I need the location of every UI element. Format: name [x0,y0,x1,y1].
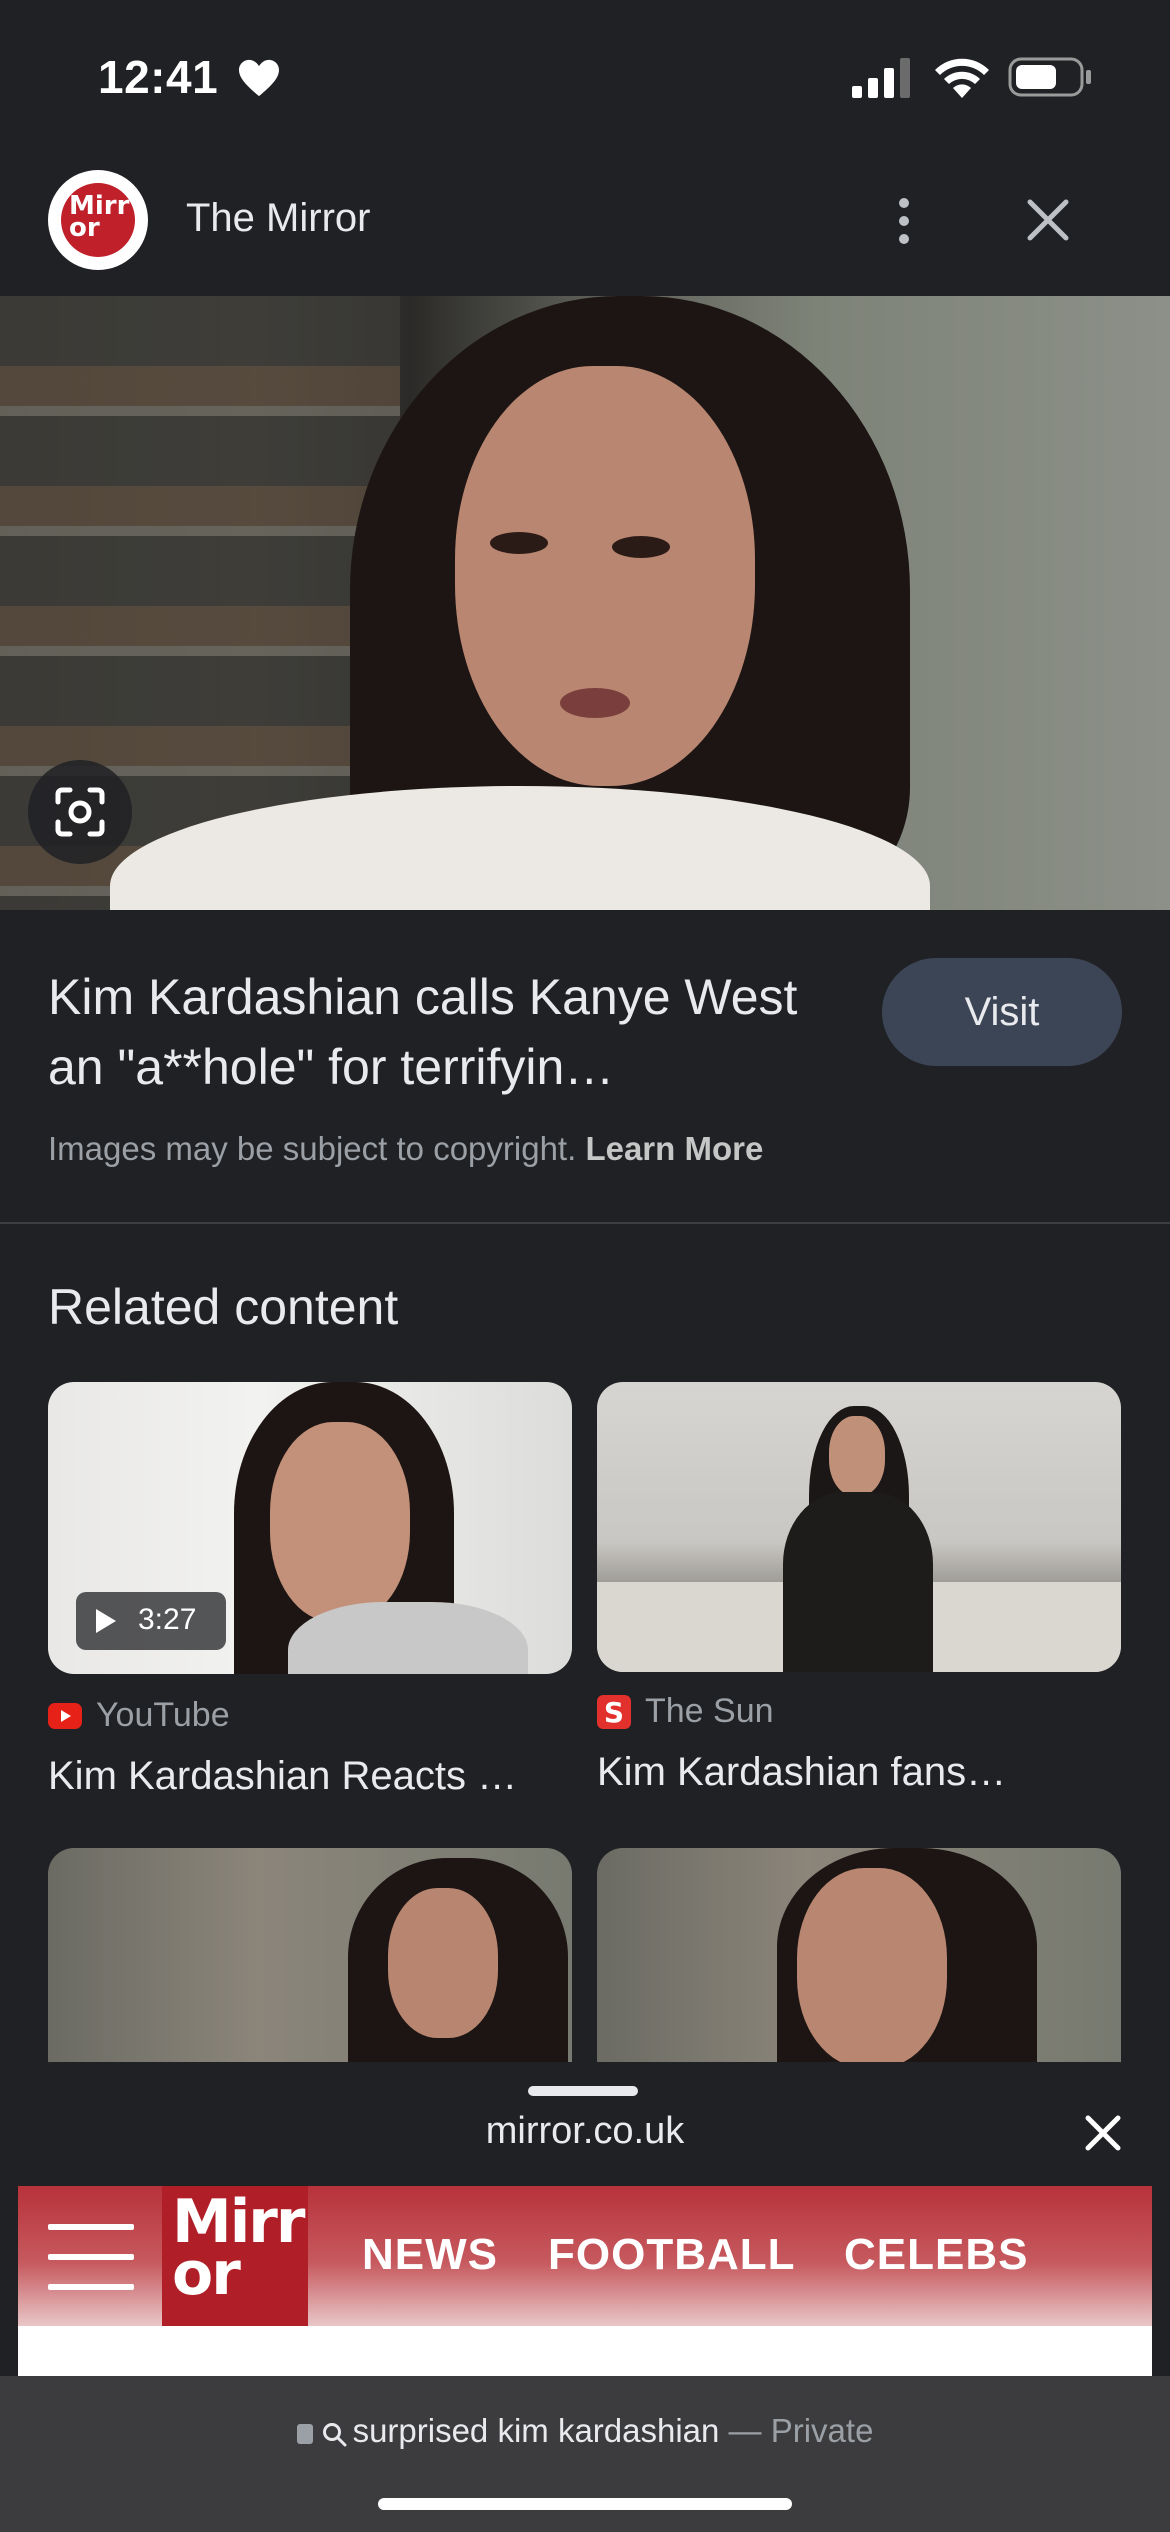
site-logo[interactable]: Mirr or [48,170,148,270]
site-logo-text: Mirr or [69,191,130,243]
copyright-notice: Images may be subject to copyright. Lear… [48,1130,763,1168]
mirror-logo[interactable]: Mirr or [162,2186,308,2326]
related-card[interactable]: 3:27 YouTube Kim Kardashian Reacts … [48,1382,572,1812]
related-thumbnail[interactable] [48,1848,572,2068]
heart-icon [239,59,279,97]
nav-football[interactable]: FOOTBALL [548,2230,796,2280]
mirror-logo-text: Mirr or [172,2187,305,2309]
home-indicator[interactable] [378,2498,792,2510]
related-thumbnail[interactable]: 3:27 [48,1382,572,1674]
cellular-signal-icon [852,58,910,98]
source-header: Mirr or The Mirror [0,160,1170,280]
divider [0,1222,1170,1224]
search-icon [322,2423,347,2447]
close-icon[interactable] [1018,190,1078,250]
status-time: 12:41 [98,51,219,103]
learn-more-link[interactable]: Learn More [585,1130,763,1167]
url-bar[interactable]: surprised kim kardashian — Private [0,2376,1170,2532]
related-thumbnail[interactable] [597,1382,1121,1672]
related-content-heading: Related content [48,1279,399,1335]
private-label: — Private [719,2412,874,2449]
youtube-icon [48,1702,82,1729]
lock-icon [296,2424,313,2444]
search-query: surprised kim kardashian [352,2412,720,2449]
sheet-grabber[interactable] [528,2086,638,2096]
video-duration: 3:27 [138,1603,197,1636]
related-source: S The Sun [597,1692,774,1731]
site-name[interactable]: The Mirror [186,196,370,241]
copyright-text: Images may be subject to copyright. [48,1130,577,1167]
result-title[interactable]: Kim Kardashian calls Kanye West an "a**h… [48,962,848,1102]
video-duration-badge: 3:27 [76,1592,226,1650]
battery-icon [1008,57,1091,97]
status-bar: 12:41 [0,0,1170,150]
related-thumbnail[interactable] [597,1848,1121,2068]
sheet-close-icon[interactable] [1078,2108,1128,2158]
url-text[interactable]: surprised kim kardashian — Private [0,2412,1170,2450]
mirror-nav-bar: Mirr or NEWS FOOTBALL CELEBS [18,2186,1152,2326]
related-source: YouTube [48,1696,230,1735]
related-title[interactable]: Kim Kardashian Reacts … [48,1754,572,1799]
nav-news[interactable]: NEWS [362,2230,498,2280]
result-image[interactable] [0,296,1170,910]
svg-text:S: S [604,1696,624,1729]
related-title[interactable]: Kim Kardashian fans… [597,1750,1121,1795]
sheet-page-content [18,2326,1152,2382]
related-source-name: YouTube [96,1696,230,1734]
play-icon [96,1609,116,1633]
visit-button[interactable]: Visit [882,958,1122,1066]
hamburger-menu-icon[interactable] [48,2224,134,2290]
the-sun-icon: S [597,1694,631,1729]
related-card[interactable]: S The Sun Kim Kardashian fans… [597,1382,1121,1812]
related-source-name: The Sun [645,1692,774,1730]
wifi-icon [935,58,989,98]
nav-celebs[interactable]: CELEBS [844,2230,1028,2280]
sheet-url: mirror.co.uk [485,2110,685,2152]
lens-search-button[interactable] [28,760,132,864]
more-options-icon[interactable] [876,186,932,256]
lens-icon [55,787,105,837]
site-preview-sheet[interactable]: mirror.co.uk Mirr or NEWS FOOTBALL CELEB… [18,2062,1152,2382]
